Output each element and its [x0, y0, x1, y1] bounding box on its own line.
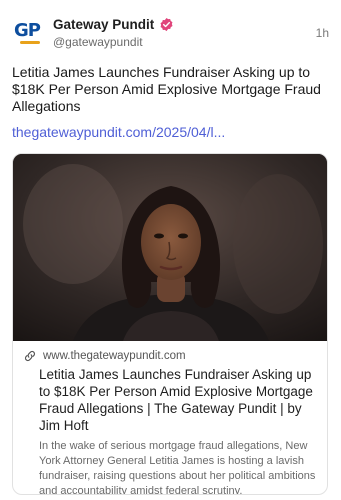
post-link[interactable]: thegatewaypundit.com/2025/04/l... [12, 124, 225, 140]
post: GP Gateway Pundit @gatewaypundit 1h Leti… [0, 0, 341, 500]
post-time[interactable]: 1h [316, 26, 329, 40]
card-image[interactable] [13, 154, 328, 341]
handle[interactable]: @gatewaypundit [53, 35, 329, 49]
display-name[interactable]: Gateway Pundit [53, 17, 154, 32]
card-domain: www.thegatewaypundit.com [43, 350, 186, 362]
link-preview-card[interactable]: www.thegatewaypundit.com Letitia James L… [12, 153, 328, 495]
link-icon [25, 351, 35, 361]
post-header: Gateway Pundit @gatewaypundit 1h [53, 14, 329, 50]
name-row: Gateway Pundit [53, 14, 329, 34]
avatar-swoosh [20, 41, 40, 44]
avatar[interactable]: GP [12, 18, 42, 48]
verified-badge-icon [160, 17, 173, 31]
avatar-letters: GP [14, 20, 41, 41]
post-text: Letitia James Launches Fundraiser Asking… [12, 64, 321, 114]
avatar-logo: GP [14, 20, 41, 44]
card-title[interactable]: Letitia James Launches Fundraiser Asking… [23, 366, 317, 434]
domain-row: www.thegatewaypundit.com [23, 348, 317, 364]
card-meta: www.thegatewaypundit.com Letitia James L… [23, 348, 317, 495]
card-description: In the wake of serious mortgage fraud al… [39, 440, 316, 495]
